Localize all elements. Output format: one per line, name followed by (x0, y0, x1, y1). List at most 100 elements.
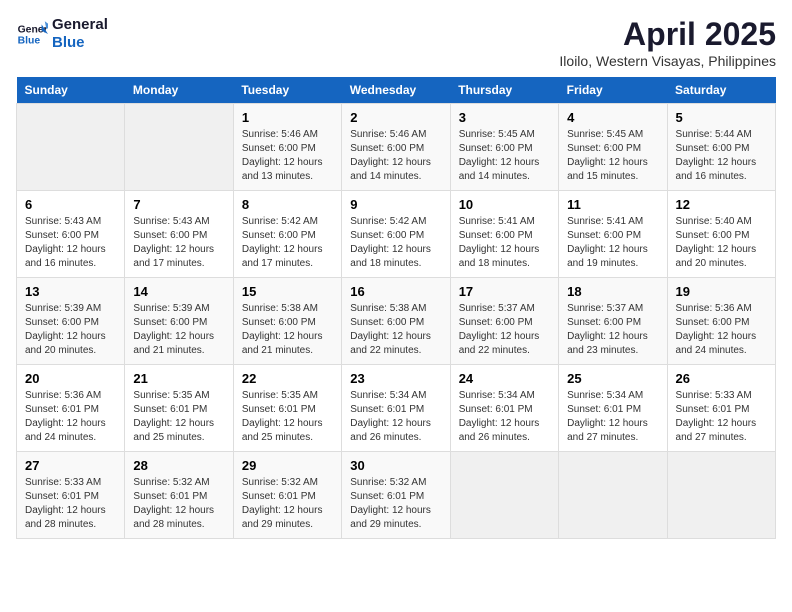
calendar-cell: 25 Sunrise: 5:34 AMSunset: 6:01 PMDayligh… (559, 365, 667, 452)
logo-line1: General (52, 16, 108, 34)
calendar-cell: 22 Sunrise: 5:35 AMSunset: 6:01 PMDayligh… (233, 365, 341, 452)
calendar-header-row: SundayMondayTuesdayWednesdayThursdayFrid… (17, 77, 776, 104)
day-number: 29 (242, 458, 333, 473)
calendar-cell: 18 Sunrise: 5:37 AMSunset: 6:00 PMDayligh… (559, 278, 667, 365)
calendar-table: SundayMondayTuesdayWednesdayThursdayFrid… (16, 77, 776, 539)
day-number: 22 (242, 371, 333, 386)
day-number: 28 (133, 458, 224, 473)
week-row-4: 20 Sunrise: 5:36 AMSunset: 6:01 PMDayligh… (17, 365, 776, 452)
header-tuesday: Tuesday (233, 77, 341, 104)
day-info: Sunrise: 5:33 AMSunset: 6:01 PMDaylight:… (25, 476, 116, 532)
day-number: 18 (567, 284, 658, 299)
day-number: 4 (567, 110, 658, 125)
header-thursday: Thursday (450, 77, 558, 104)
day-number: 10 (459, 197, 550, 212)
day-number: 24 (459, 371, 550, 386)
day-info: Sunrise: 5:34 AMSunset: 6:01 PMDaylight:… (567, 389, 658, 445)
day-number: 25 (567, 371, 658, 386)
day-number: 8 (242, 197, 333, 212)
day-info: Sunrise: 5:44 AMSunset: 6:00 PMDaylight:… (676, 128, 767, 184)
day-info: Sunrise: 5:39 AMSunset: 6:00 PMDaylight:… (25, 302, 116, 358)
week-row-1: 1 Sunrise: 5:46 AMSunset: 6:00 PMDaylight… (17, 104, 776, 191)
header-friday: Friday (559, 77, 667, 104)
day-info: Sunrise: 5:37 AMSunset: 6:00 PMDaylight:… (459, 302, 550, 358)
day-number: 23 (350, 371, 441, 386)
day-number: 6 (25, 197, 116, 212)
calendar-cell: 19 Sunrise: 5:36 AMSunset: 6:00 PMDayligh… (667, 278, 775, 365)
day-info: Sunrise: 5:40 AMSunset: 6:00 PMDaylight:… (676, 215, 767, 271)
day-info: Sunrise: 5:41 AMSunset: 6:00 PMDaylight:… (567, 215, 658, 271)
day-info: Sunrise: 5:35 AMSunset: 6:01 PMDaylight:… (242, 389, 333, 445)
calendar-cell: 15 Sunrise: 5:38 AMSunset: 6:00 PMDayligh… (233, 278, 341, 365)
logo-line2: Blue (52, 34, 108, 52)
calendar-cell: 6 Sunrise: 5:43 AMSunset: 6:00 PMDaylight… (17, 191, 125, 278)
header-monday: Monday (125, 77, 233, 104)
logo-icon: General Blue (16, 18, 48, 50)
calendar-cell (559, 452, 667, 539)
calendar-cell: 1 Sunrise: 5:46 AMSunset: 6:00 PMDaylight… (233, 104, 341, 191)
day-info: Sunrise: 5:42 AMSunset: 6:00 PMDaylight:… (350, 215, 441, 271)
day-info: Sunrise: 5:35 AMSunset: 6:01 PMDaylight:… (133, 389, 224, 445)
day-info: Sunrise: 5:45 AMSunset: 6:00 PMDaylight:… (459, 128, 550, 184)
day-info: Sunrise: 5:45 AMSunset: 6:00 PMDaylight:… (567, 128, 658, 184)
day-number: 1 (242, 110, 333, 125)
title-area: April 2025 Iloilo, Western Visayas, Phil… (559, 16, 776, 69)
calendar-cell: 24 Sunrise: 5:34 AMSunset: 6:01 PMDayligh… (450, 365, 558, 452)
day-number: 2 (350, 110, 441, 125)
day-number: 19 (676, 284, 767, 299)
day-number: 14 (133, 284, 224, 299)
svg-text:Blue: Blue (18, 36, 41, 47)
calendar-cell: 16 Sunrise: 5:38 AMSunset: 6:00 PMDayligh… (342, 278, 450, 365)
header-saturday: Saturday (667, 77, 775, 104)
day-number: 20 (25, 371, 116, 386)
day-number: 15 (242, 284, 333, 299)
calendar-cell (17, 104, 125, 191)
calendar-cell (667, 452, 775, 539)
day-info: Sunrise: 5:38 AMSunset: 6:00 PMDaylight:… (350, 302, 441, 358)
day-info: Sunrise: 5:46 AMSunset: 6:00 PMDaylight:… (242, 128, 333, 184)
calendar-cell: 4 Sunrise: 5:45 AMSunset: 6:00 PMDaylight… (559, 104, 667, 191)
week-row-5: 27 Sunrise: 5:33 AMSunset: 6:01 PMDayligh… (17, 452, 776, 539)
logo: General Blue General Blue (16, 16, 108, 52)
main-title: April 2025 (559, 16, 776, 53)
day-info: Sunrise: 5:32 AMSunset: 6:01 PMDaylight:… (133, 476, 224, 532)
day-number: 12 (676, 197, 767, 212)
subtitle: Iloilo, Western Visayas, Philippines (559, 53, 776, 69)
calendar-cell (125, 104, 233, 191)
day-info: Sunrise: 5:41 AMSunset: 6:00 PMDaylight:… (459, 215, 550, 271)
day-info: Sunrise: 5:36 AMSunset: 6:00 PMDaylight:… (676, 302, 767, 358)
day-number: 13 (25, 284, 116, 299)
header: General Blue General Blue April 2025 Ilo… (16, 16, 776, 69)
day-info: Sunrise: 5:37 AMSunset: 6:00 PMDaylight:… (567, 302, 658, 358)
day-number: 21 (133, 371, 224, 386)
calendar-cell: 13 Sunrise: 5:39 AMSunset: 6:00 PMDayligh… (17, 278, 125, 365)
calendar-cell (450, 452, 558, 539)
day-number: 27 (25, 458, 116, 473)
calendar-cell: 10 Sunrise: 5:41 AMSunset: 6:00 PMDayligh… (450, 191, 558, 278)
calendar-cell: 28 Sunrise: 5:32 AMSunset: 6:01 PMDayligh… (125, 452, 233, 539)
week-row-3: 13 Sunrise: 5:39 AMSunset: 6:00 PMDayligh… (17, 278, 776, 365)
day-info: Sunrise: 5:46 AMSunset: 6:00 PMDaylight:… (350, 128, 441, 184)
day-info: Sunrise: 5:38 AMSunset: 6:00 PMDaylight:… (242, 302, 333, 358)
calendar-cell: 9 Sunrise: 5:42 AMSunset: 6:00 PMDaylight… (342, 191, 450, 278)
day-number: 5 (676, 110, 767, 125)
day-info: Sunrise: 5:36 AMSunset: 6:01 PMDaylight:… (25, 389, 116, 445)
header-sunday: Sunday (17, 77, 125, 104)
calendar-cell: 20 Sunrise: 5:36 AMSunset: 6:01 PMDayligh… (17, 365, 125, 452)
calendar-cell: 12 Sunrise: 5:40 AMSunset: 6:00 PMDayligh… (667, 191, 775, 278)
day-number: 16 (350, 284, 441, 299)
calendar-cell: 30Sunrise: 5:32 AMSunset: 6:01 PMDayligh… (342, 452, 450, 539)
week-row-2: 6 Sunrise: 5:43 AMSunset: 6:00 PMDaylight… (17, 191, 776, 278)
day-info: Sunrise: 5:39 AMSunset: 6:00 PMDaylight:… (133, 302, 224, 358)
day-number: 7 (133, 197, 224, 212)
day-info: Sunrise: 5:43 AMSunset: 6:00 PMDaylight:… (133, 215, 224, 271)
day-info: Sunrise: 5:32 AMSunset: 6:01 PMDaylight:… (242, 476, 333, 532)
day-info: Sunrise: 5:43 AMSunset: 6:00 PMDaylight:… (25, 215, 116, 271)
day-info: Sunrise: 5:34 AMSunset: 6:01 PMDaylight:… (459, 389, 550, 445)
calendar-cell: 26Sunrise: 5:33 AMSunset: 6:01 PMDayligh… (667, 365, 775, 452)
day-info: Sunrise: 5:42 AMSunset: 6:00 PMDaylight:… (242, 215, 333, 271)
day-number: 9 (350, 197, 441, 212)
calendar-cell: 27 Sunrise: 5:33 AMSunset: 6:01 PMDayligh… (17, 452, 125, 539)
calendar-cell: 23Sunrise: 5:34 AMSunset: 6:01 PMDayligh… (342, 365, 450, 452)
calendar-cell: 29 Sunrise: 5:32 AMSunset: 6:01 PMDayligh… (233, 452, 341, 539)
